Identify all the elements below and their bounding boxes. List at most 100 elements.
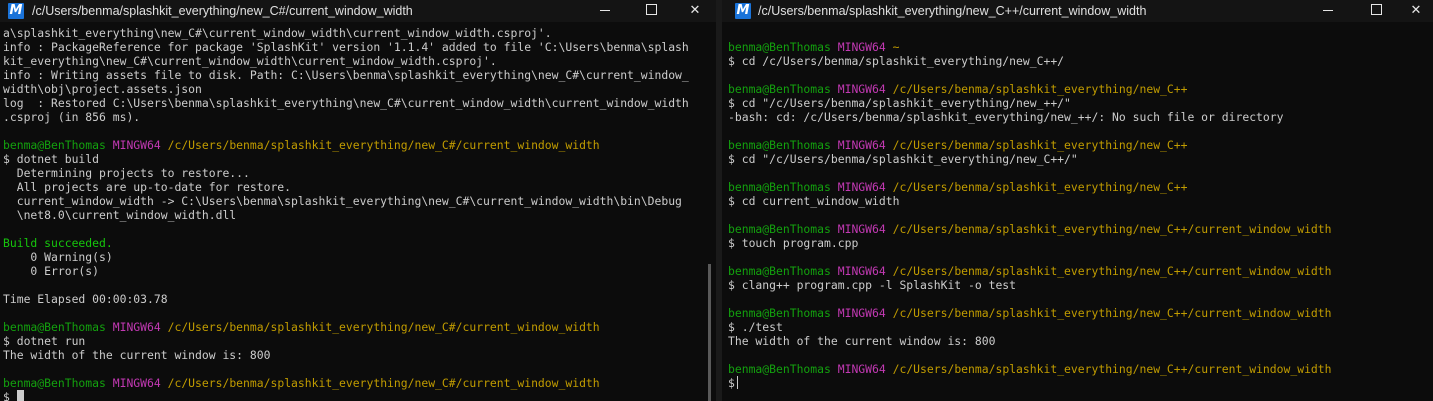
prompt-path: /c/Users/benma/splashkit_everything/new_…	[892, 306, 1332, 320]
line-text: log : Restored C:\Users\benma\splashkit_…	[3, 96, 689, 110]
terminal-line: $ clang++ program.cpp -l SplashKit -o te…	[728, 278, 1332, 292]
line-text	[106, 138, 113, 152]
prompt-user-host: benma@BenThomas	[728, 222, 831, 236]
terminal-line: \net8.0\current_window_width.dll	[3, 208, 689, 222]
terminal-line: benma@BenThomas MINGW64 /c/Users/benma/s…	[728, 222, 1332, 236]
line-text: $ ./test	[728, 320, 783, 334]
close-button[interactable]: ✕	[1393, 0, 1433, 22]
prompt-user-host: benma@BenThomas	[728, 264, 831, 278]
line-text: $	[3, 390, 17, 401]
line-text: \net8.0\current_window_width.dll	[3, 208, 237, 222]
success-message: Build succeeded.	[3, 236, 113, 250]
prompt-mingw64: MINGW64	[837, 40, 886, 54]
terminal-line: Determining projects to restore...	[3, 166, 689, 180]
line-text	[886, 82, 893, 96]
left-window-title: /c/Users/benma/splashkit_everything/new_…	[32, 4, 413, 18]
prompt-mingw64: MINGW64	[837, 138, 886, 152]
terminal-line: Time Elapsed 00:00:03.78	[3, 292, 689, 306]
terminal-line: $ cd "/c/Users/benma/splashkit_everythin…	[728, 152, 1332, 166]
minimize-button[interactable]	[1305, 0, 1351, 22]
prompt-mingw64: MINGW64	[837, 362, 886, 376]
line-text: $ cd /c/Users/benma/splashkit_everything…	[728, 54, 1065, 68]
left-terminal-window[interactable]: M /c/Users/benma/splashkit_everything/ne…	[0, 0, 716, 401]
line-text: The width of the current window is: 800	[728, 334, 996, 348]
left-scrollbar[interactable]	[708, 264, 711, 401]
right-terminal-output[interactable]: benma@BenThomas MINGW64 ~ $ cd /c/Users/b…	[728, 40, 1332, 390]
prompt-user-host: benma@BenThomas	[728, 306, 831, 320]
line-text	[886, 40, 893, 54]
prompt-mingw64: MINGW64	[837, 264, 886, 278]
line-text	[886, 138, 893, 152]
line-text	[886, 362, 893, 376]
terminal-line: $	[3, 390, 689, 401]
line-text	[886, 222, 893, 236]
terminal-line: benma@BenThomas MINGW64 /c/Users/benma/s…	[728, 82, 1332, 96]
right-terminal-window[interactable]: M /c/Users/benma/splashkit_everything/ne…	[722, 0, 1433, 401]
prompt-mingw64: MINGW64	[112, 320, 161, 334]
left-title-bar[interactable]: M /c/Users/benma/splashkit_everything/ne…	[0, 0, 716, 22]
left-terminal-output[interactable]: a\splashkit_everything\new_C#\current_wi…	[3, 26, 689, 401]
terminal-line: $ cd current_window_width	[728, 194, 1332, 208]
prompt-user-host: benma@BenThomas	[728, 82, 831, 96]
line-text	[106, 376, 113, 390]
prompt-path: ~	[892, 40, 900, 54]
text-cursor	[16, 390, 24, 401]
prompt-path: /c/Users/benma/splashkit_everything/new_…	[167, 320, 600, 334]
terminal-line: The width of the current window is: 800	[728, 334, 1332, 348]
terminal-line: 0 Error(s)	[3, 264, 689, 278]
prompt-path: /c/Users/benma/splashkit_everything/new_…	[892, 264, 1332, 278]
mingw-app-icon: M	[735, 3, 751, 19]
close-button[interactable]: ✕	[672, 0, 716, 22]
terminal-line: benma@BenThomas MINGW64 /c/Users/benma/s…	[728, 264, 1332, 278]
line-text: .csproj (in 856 ms).	[3, 110, 141, 124]
terminal-line: $ dotnet run	[3, 334, 689, 348]
right-title-bar[interactable]: M /c/Users/benma/splashkit_everything/ne…	[722, 0, 1433, 22]
terminal-line: Build succeeded.	[3, 236, 689, 250]
line-text	[161, 138, 168, 152]
line-text: $ touch program.cpp	[728, 236, 859, 250]
terminal-line: $ ./test	[728, 320, 1332, 334]
line-text	[831, 180, 838, 194]
line-text	[831, 138, 838, 152]
line-text: All projects are up-to-date for restore.	[3, 180, 292, 194]
minimize-button[interactable]	[582, 0, 628, 22]
terminal-line: benma@BenThomas MINGW64 /c/Users/benma/s…	[728, 180, 1332, 194]
line-text: 0 Warning(s)	[3, 250, 113, 264]
line-text: $ clang++ program.cpp -l SplashKit -o te…	[728, 278, 1017, 292]
terminal-line: -bash: cd: /c/Users/benma/splashkit_ever…	[728, 110, 1332, 124]
line-text: $ cd "/c/Users/benma/splashkit_everythin…	[728, 96, 1071, 110]
line-text	[886, 306, 893, 320]
terminal-line: $ cd "/c/Users/benma/splashkit_everythin…	[728, 96, 1332, 110]
terminal-line: width\obj\project.assets.json	[3, 82, 689, 96]
maximize-icon	[645, 4, 657, 15]
terminal-line: current_window_width -> C:\Users\benma\s…	[3, 194, 689, 208]
terminal-line: $ dotnet build	[3, 152, 689, 166]
terminal-line: benma@BenThomas MINGW64 /c/Users/benma/s…	[3, 138, 689, 152]
line-text	[831, 264, 838, 278]
line-text	[161, 376, 168, 390]
prompt-mingw64: MINGW64	[837, 306, 886, 320]
line-text	[886, 180, 893, 194]
maximize-button[interactable]	[628, 0, 674, 22]
line-text: Determining projects to restore...	[3, 166, 250, 180]
terminal-line: benma@BenThomas MINGW64 /c/Users/benma/s…	[728, 306, 1332, 320]
prompt-path: /c/Users/benma/splashkit_everything/new_…	[892, 180, 1188, 194]
line-text: 0 Error(s)	[3, 264, 100, 278]
prompt-mingw64: MINGW64	[837, 180, 886, 194]
line-text: Time Elapsed 00:00:03.78	[3, 292, 168, 306]
terminal-line: $	[728, 376, 1332, 390]
close-icon: ✕	[1410, 3, 1422, 18]
terminal-line: 0 Warning(s)	[3, 250, 689, 264]
terminal-line: All projects are up-to-date for restore.	[3, 180, 689, 194]
line-text: kit_everything\new_C#\current_window_wid…	[3, 54, 497, 68]
line-text: $ cd "/c/Users/benma/splashkit_everythin…	[728, 152, 1078, 166]
terminal-line: .csproj (in 856 ms).	[3, 110, 689, 124]
terminal-line: benma@BenThomas MINGW64 /c/Users/benma/s…	[728, 138, 1332, 152]
